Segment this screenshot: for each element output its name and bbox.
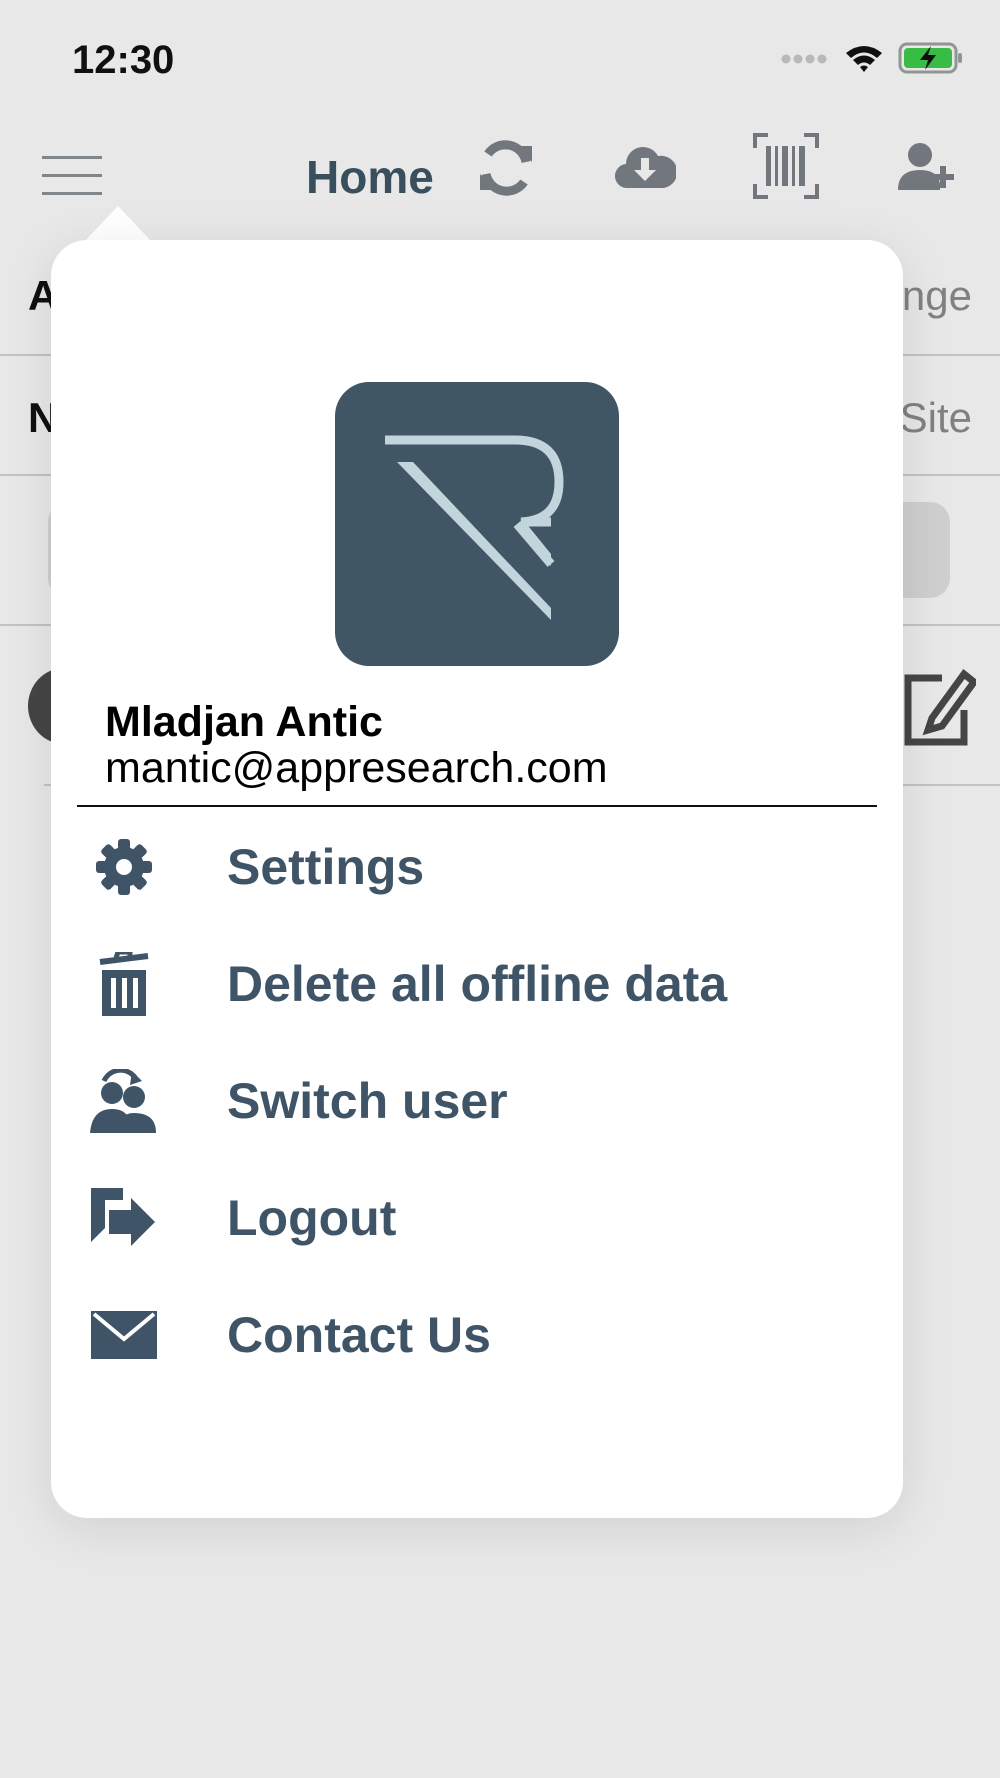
popover-arrow — [84, 206, 152, 242]
menu-item-label: Contact Us — [227, 1307, 491, 1363]
switch-user-icon — [89, 1066, 159, 1136]
menu-item-label: Logout — [227, 1190, 397, 1246]
gear-icon — [89, 832, 159, 902]
menu-item-label: Delete all offline data — [227, 956, 728, 1012]
divider — [77, 805, 877, 807]
app-logo — [335, 382, 619, 666]
envelope-icon — [89, 1300, 159, 1370]
menu-item-settings[interactable]: Settings — [77, 817, 877, 917]
menu-item-label: Settings — [227, 839, 425, 895]
side-menu-popover: Mladjan Antic mantic@appresearch.com Set… — [51, 240, 903, 1518]
logout-icon — [89, 1183, 159, 1253]
trash-icon — [89, 949, 159, 1019]
menu-item-contact-us[interactable]: Contact Us — [77, 1285, 877, 1385]
menu-item-switch-user[interactable]: Switch user — [77, 1051, 877, 1151]
menu-item-delete-offline-data[interactable]: Delete all offline data — [77, 934, 877, 1034]
menu-item-logout[interactable]: Logout — [77, 1168, 877, 1268]
menu-item-label: Switch user — [227, 1073, 508, 1129]
user-email: mantic@appresearch.com — [105, 744, 608, 792]
user-name: Mladjan Antic — [105, 698, 383, 746]
